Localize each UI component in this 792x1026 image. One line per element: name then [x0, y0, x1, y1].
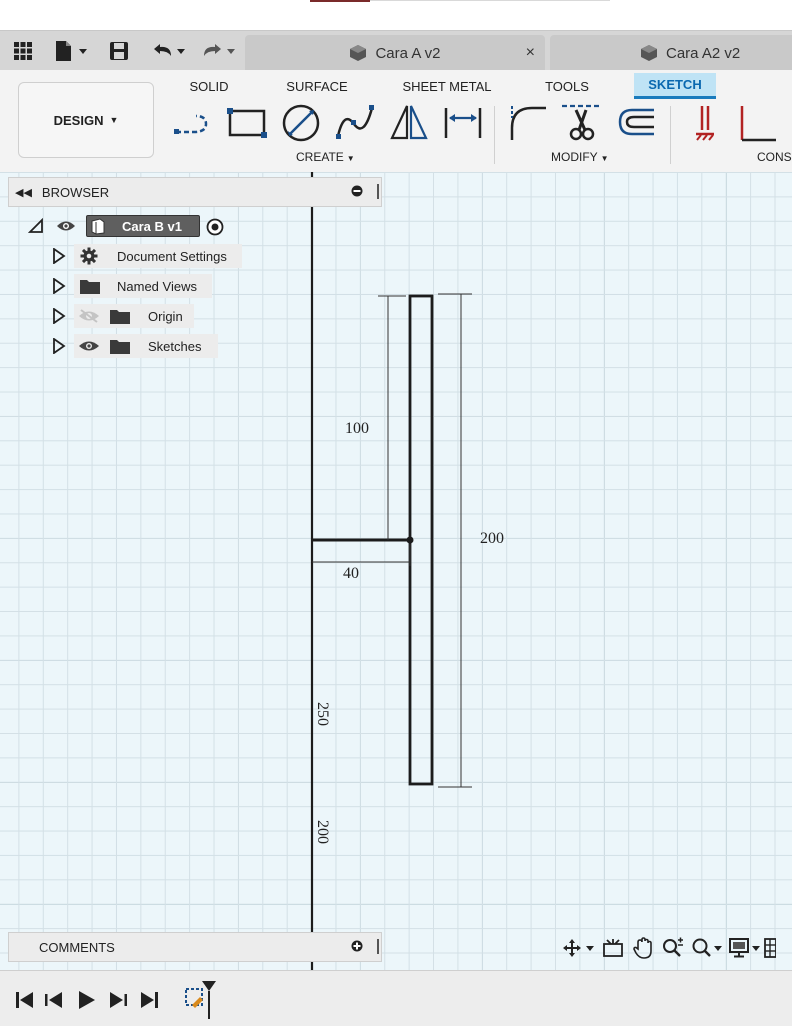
save-icon[interactable]: [106, 31, 132, 71]
mirror-tool-icon[interactable]: [388, 102, 430, 144]
minimize-panel-icon[interactable]: [351, 185, 363, 197]
group-divider: [670, 106, 671, 164]
offset-tool-icon[interactable]: [614, 102, 656, 144]
document-tab-cara-a2[interactable]: Cara A2 v2: [550, 35, 792, 71]
workspace-label: DESIGN: [53, 112, 104, 128]
grid-settings-icon[interactable]: [764, 936, 778, 960]
tree-item-label: Sketches: [148, 338, 202, 354]
tree-item-sketches[interactable]: Sketches: [74, 334, 218, 358]
play-icon[interactable]: [76, 989, 98, 1011]
title-strip-line: [370, 0, 610, 1]
tab-label: Cara A v2: [375, 44, 441, 62]
cube-icon: [641, 45, 657, 61]
browser-title: BROWSER: [41, 184, 110, 200]
fix-constraint-icon[interactable]: [684, 102, 726, 144]
tree-item-origin[interactable]: Origin: [74, 304, 194, 328]
tree-item-named-views[interactable]: Named Views: [74, 274, 212, 298]
root-component[interactable]: Cara B v1: [86, 215, 200, 237]
tree-item-label: Document Settings: [117, 248, 227, 264]
axis-dimension-text-250[interactable]: 250: [314, 702, 331, 726]
step-back-icon[interactable]: [44, 989, 66, 1011]
tab-tools[interactable]: TOOLS: [536, 73, 598, 99]
panel-grip-icon[interactable]: [377, 184, 379, 199]
axis-dimension-text-200[interactable]: 200: [314, 820, 331, 844]
caret-down-icon: ▼: [346, 154, 355, 163]
expanded-triangle-icon[interactable]: [28, 218, 44, 234]
folder-icon: [110, 310, 130, 324]
panel-grip-icon[interactable]: [377, 939, 379, 954]
document-tab-cara-a[interactable]: Cara A v2 ×: [245, 35, 545, 71]
folder-icon: [80, 280, 100, 294]
modify-label: MODIFY: [551, 150, 598, 164]
tab-sketch[interactable]: SKETCH: [634, 73, 716, 99]
caret-down-icon: ▼: [600, 154, 609, 163]
look-at-icon[interactable]: [598, 936, 628, 960]
expand-triangle-icon[interactable]: [52, 278, 66, 294]
pan-hand-icon[interactable]: [628, 936, 658, 960]
toolbar-ribbon: DESIGN ▼ SOLID SURFACE SHEET METAL TOOLS…: [0, 70, 792, 173]
go-to-end-icon[interactable]: [138, 989, 160, 1011]
app-grid-icon[interactable]: [10, 31, 36, 71]
expand-triangle-icon[interactable]: [52, 308, 66, 324]
tab-sheet-metal[interactable]: SHEET METAL: [398, 73, 496, 99]
close-icon[interactable]: ×: [526, 44, 535, 62]
fit-zoom-icon[interactable]: [688, 936, 726, 960]
orbit-icon[interactable]: [560, 936, 598, 960]
tab-solid[interactable]: SOLID: [180, 73, 238, 99]
timeline-bar: [0, 970, 792, 1026]
workspace-dropdown[interactable]: DESIGN ▼: [18, 82, 154, 158]
dimension-tool-icon[interactable]: [442, 102, 484, 144]
trim-tool-icon[interactable]: [560, 102, 602, 144]
expand-triangle-icon[interactable]: [52, 248, 66, 264]
constraints-label: CONS: [757, 150, 792, 164]
dimension-text-40[interactable]: 40: [343, 565, 359, 582]
comments-panel-header[interactable]: COMMENTS: [8, 932, 382, 962]
fillet-tool-icon[interactable]: [506, 102, 548, 144]
cube-icon: [350, 45, 367, 61]
tree-item-document-settings[interactable]: Document Settings: [74, 244, 242, 268]
create-menu[interactable]: CREATE ▼: [296, 150, 355, 164]
dimension-text-200[interactable]: 200: [480, 530, 504, 547]
tab-label: Cara A2 v2: [666, 44, 741, 62]
tab-bar: Cara A v2 × Cara A2 v2: [0, 30, 792, 71]
spline-tool-icon[interactable]: [334, 102, 376, 144]
folder-icon: [110, 340, 130, 354]
line-tool-icon[interactable]: [172, 102, 214, 144]
add-comment-icon[interactable]: [351, 940, 363, 952]
browser-panel-header[interactable]: ◀◀ BROWSER: [8, 177, 382, 207]
title-strip-accent: [310, 0, 370, 2]
group-divider: [494, 106, 495, 164]
expand-triangle-icon[interactable]: [52, 338, 66, 354]
comments-title: COMMENTS: [39, 939, 115, 955]
undo-icon[interactable]: [148, 31, 190, 71]
tree-item-label: Named Views: [117, 278, 197, 294]
display-settings-icon[interactable]: [726, 936, 764, 960]
tree-item-label: Origin: [148, 308, 183, 324]
perpendicular-constraint-icon[interactable]: [734, 102, 776, 144]
file-menu-icon[interactable]: [50, 31, 94, 71]
redo-icon[interactable]: [198, 31, 240, 71]
eye-icon[interactable]: [56, 219, 76, 233]
dimension-text-100[interactable]: 100: [345, 420, 369, 437]
modify-menu[interactable]: MODIFY ▼: [551, 150, 609, 164]
component-icon: [91, 218, 105, 235]
collapse-panel-icon[interactable]: ◀◀: [15, 186, 32, 199]
title-strip: [0, 0, 792, 30]
create-label: CREATE: [296, 150, 344, 164]
circle-tool-icon[interactable]: [280, 102, 322, 144]
step-forward-icon[interactable]: [106, 989, 128, 1011]
caret-down-icon: ▼: [109, 115, 119, 125]
gear-icon: [80, 247, 98, 265]
root-component-label: Cara B v1: [122, 218, 182, 234]
timeline-sketch-feature-icon[interactable]: [182, 977, 222, 1021]
eye-icon[interactable]: [78, 339, 100, 353]
activate-radio-icon[interactable]: [206, 218, 224, 236]
zoom-icon[interactable]: [658, 936, 688, 960]
tab-surface[interactable]: SURFACE: [280, 73, 354, 99]
eye-hidden-icon[interactable]: [78, 309, 100, 323]
rectangle-tool-icon[interactable]: [226, 102, 268, 144]
constraints-menu[interactable]: CONS: [757, 150, 792, 164]
go-to-start-icon[interactable]: [14, 989, 36, 1011]
navigation-toolbar: [560, 932, 792, 964]
